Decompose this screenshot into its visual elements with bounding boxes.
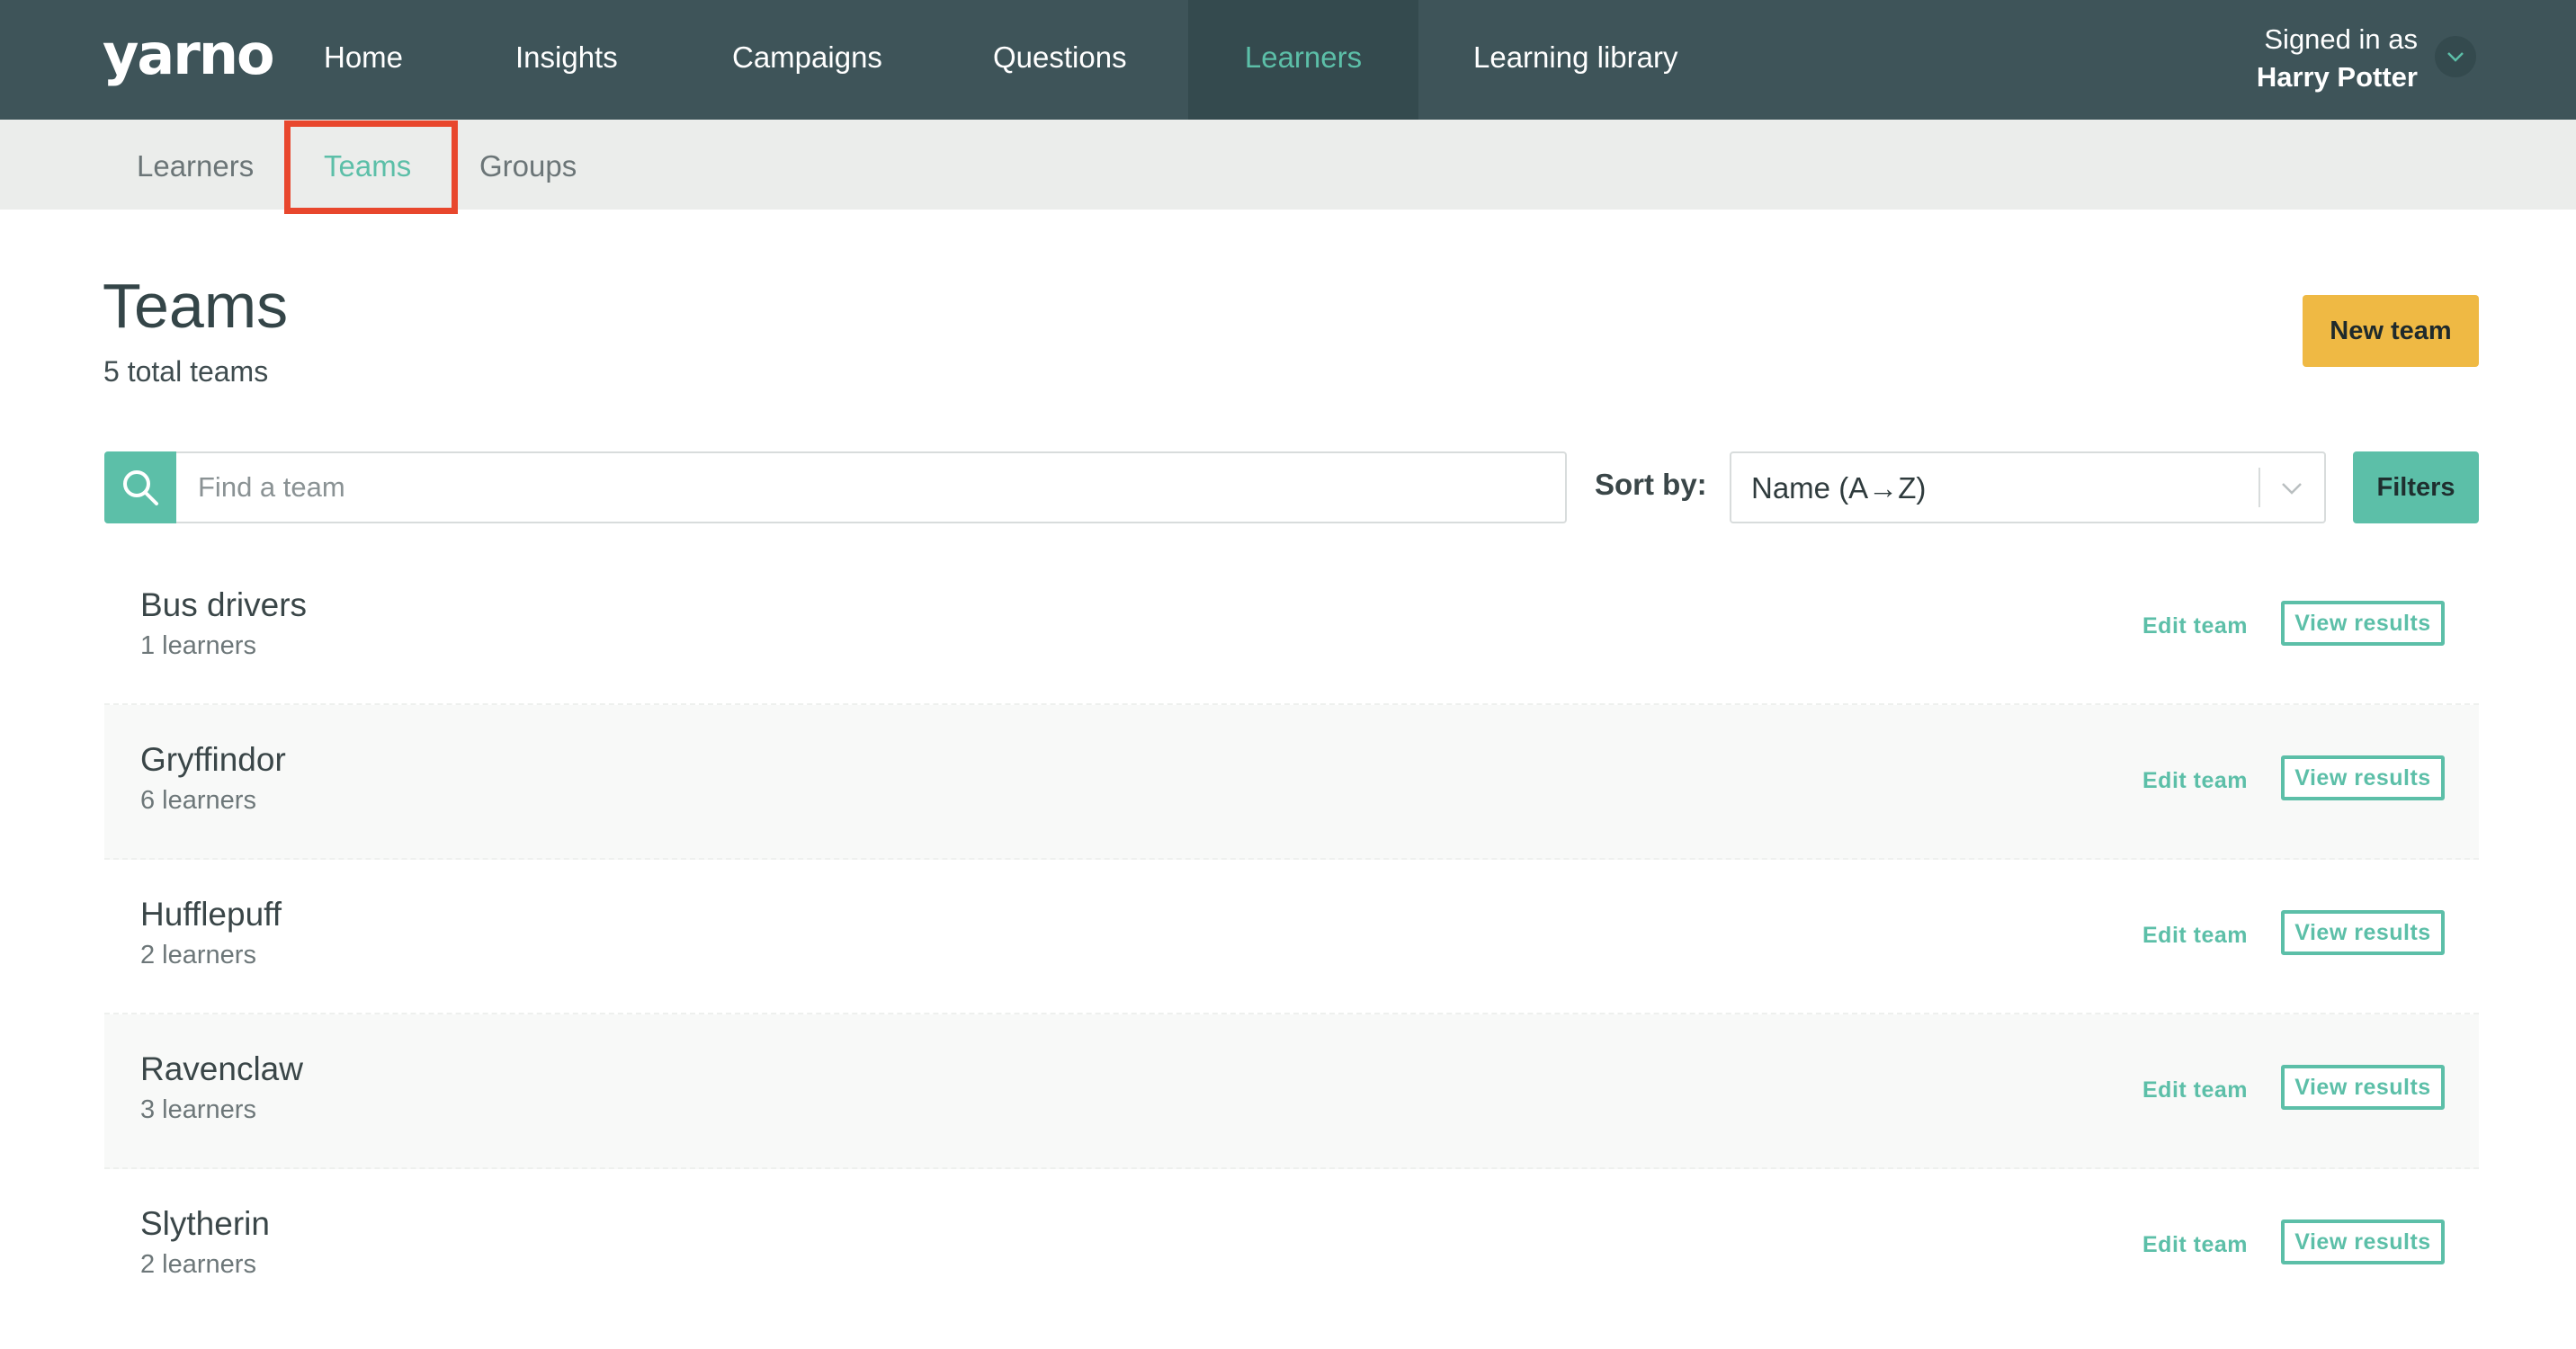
- view-results-button[interactable]: View results: [2281, 1219, 2445, 1264]
- sort-select[interactable]: Name (A→Z): [1730, 451, 2326, 523]
- team-row: Slytherin 2 learners Edit team View resu…: [104, 1169, 2479, 1324]
- search-button[interactable]: [104, 451, 176, 523]
- signed-in-info[interactable]: Signed in as Harry Potter: [2257, 22, 2418, 97]
- edit-team-link[interactable]: Edit team: [2142, 1077, 2248, 1103]
- edit-team-link[interactable]: Edit team: [2142, 923, 2248, 949]
- subnav-groups[interactable]: Groups: [479, 120, 577, 210]
- chevron-down-icon: [2447, 52, 2464, 62]
- team-row: Bus drivers 1 learners Edit team View re…: [104, 550, 2479, 705]
- filters-button[interactable]: Filters: [2353, 451, 2479, 523]
- sort-label: Sort by:: [1595, 468, 1707, 501]
- team-name[interactable]: Gryffindor: [140, 741, 286, 779]
- view-results-button[interactable]: View results: [2281, 910, 2445, 955]
- yarno-logo[interactable]: yarno: [103, 22, 275, 87]
- sort-divider: [2258, 468, 2260, 507]
- edit-team-link[interactable]: Edit team: [2142, 1232, 2248, 1258]
- nav-learners[interactable]: Learners: [1188, 0, 1418, 120]
- signed-in-label: Signed in as: [2264, 23, 2418, 55]
- team-row: Gryffindor 6 learners Edit team View res…: [104, 705, 2479, 860]
- team-name[interactable]: Bus drivers: [140, 586, 307, 624]
- highlight-annotation: [284, 121, 458, 214]
- view-results-button[interactable]: View results: [2281, 601, 2445, 646]
- nav-home[interactable]: Home: [324, 0, 403, 120]
- user-menu-toggle[interactable]: [2435, 36, 2476, 77]
- nav-insights[interactable]: Insights: [515, 0, 618, 120]
- team-learner-count: 1 learners: [140, 631, 256, 660]
- nav-learning-library[interactable]: Learning library: [1473, 0, 1677, 120]
- page-title: Teams: [103, 271, 289, 341]
- chevron-down-icon: [2282, 483, 2302, 495]
- view-results-button[interactable]: View results: [2281, 755, 2445, 800]
- view-results-button[interactable]: View results: [2281, 1065, 2445, 1110]
- top-navigation-bar: yarno Home Insights Campaigns Questions …: [0, 0, 2576, 120]
- team-row: Hufflepuff 2 learners Edit team View res…: [104, 860, 2479, 1014]
- team-learner-count: 2 learners: [140, 1250, 256, 1279]
- new-team-button[interactable]: New team: [2303, 295, 2479, 367]
- edit-team-link[interactable]: Edit team: [2142, 768, 2248, 794]
- search-input[interactable]: [176, 451, 1567, 523]
- nav-questions[interactable]: Questions: [993, 0, 1127, 120]
- team-name[interactable]: Slytherin: [140, 1205, 270, 1243]
- subnav-learners[interactable]: Learners: [137, 120, 254, 210]
- edit-team-link[interactable]: Edit team: [2142, 613, 2248, 639]
- user-name: Harry Potter: [2256, 61, 2418, 93]
- sort-selected-value: Name (A→Z): [1751, 471, 1927, 505]
- search-icon: [123, 470, 158, 505]
- team-total-count: 5 total teams: [103, 355, 269, 388]
- team-learner-count: 2 learners: [140, 941, 256, 969]
- nav-campaigns[interactable]: Campaigns: [732, 0, 882, 120]
- team-learner-count: 3 learners: [140, 1095, 256, 1124]
- team-name[interactable]: Hufflepuff: [140, 896, 282, 934]
- team-name[interactable]: Ravenclaw: [140, 1050, 303, 1088]
- team-learner-count: 6 learners: [140, 786, 256, 815]
- team-row: Ravenclaw 3 learners Edit team View resu…: [104, 1014, 2479, 1169]
